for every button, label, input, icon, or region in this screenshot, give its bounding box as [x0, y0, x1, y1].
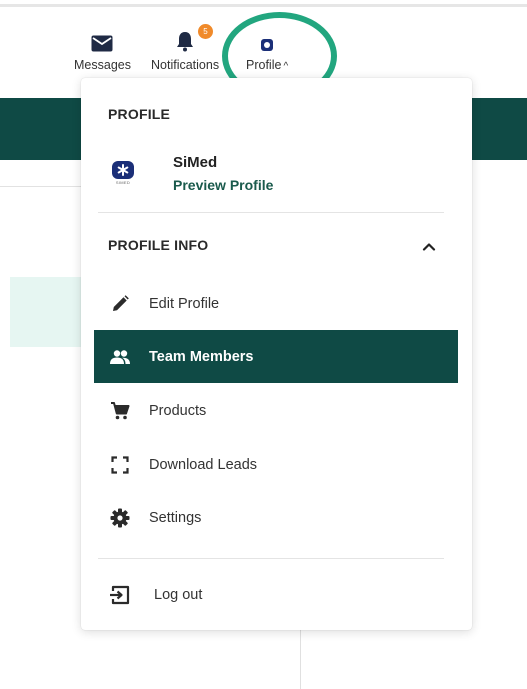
profile-info-title: PROFILE INFO — [108, 237, 209, 253]
pencil-icon — [106, 294, 134, 314]
group-icon — [106, 349, 134, 365]
menu-item-settings[interactable]: Settings — [94, 491, 458, 544]
divider — [98, 212, 444, 213]
menu-item-label: Download Leads — [149, 456, 258, 473]
top-border — [0, 4, 527, 7]
menu-item-edit-profile[interactable]: Edit Profile — [94, 277, 458, 330]
page-divider — [0, 186, 90, 187]
org-logo-text: SIMED — [115, 180, 131, 185]
page-column-divider — [300, 630, 301, 689]
logout-label: Log out — [154, 586, 203, 603]
menu-item-team-members[interactable]: Team Members — [94, 330, 458, 383]
chevron-up-icon[interactable] — [418, 236, 440, 256]
bell-icon — [174, 30, 196, 52]
nav-messages[interactable]: Messages — [74, 30, 131, 72]
org-logo: SIMED — [111, 161, 135, 186]
notifications-label: Notifications — [151, 58, 220, 72]
gear-icon — [106, 508, 134, 528]
messages-label: Messages — [74, 58, 131, 72]
divider — [98, 558, 444, 559]
org-name: SiMed — [173, 154, 218, 171]
profile-dropdown: PROFILE SIMED SiMed Preview Profile PROF… — [81, 78, 472, 630]
frame-corners-icon — [106, 455, 134, 474]
preview-profile-link[interactable]: Preview Profile — [173, 177, 273, 193]
menu-item-products[interactable]: Products — [94, 384, 458, 437]
menu-item-label: Products — [149, 402, 207, 419]
logout-icon — [106, 585, 134, 605]
menu-item-download-leads[interactable]: Download Leads — [94, 438, 458, 491]
notification-badge: 5 — [198, 24, 213, 39]
envelope-icon — [91, 30, 113, 52]
menu-item-label: Edit Profile — [149, 295, 220, 312]
menu-item-label: Settings — [149, 509, 202, 526]
profile-section-title: PROFILE — [108, 106, 171, 122]
asterisk-icon — [112, 161, 134, 179]
cart-icon — [106, 401, 134, 421]
nav-notifications[interactable]: 5 Notifications — [151, 24, 220, 72]
logout-button[interactable]: Log out — [94, 568, 458, 621]
menu-item-label: Team Members — [149, 348, 254, 365]
